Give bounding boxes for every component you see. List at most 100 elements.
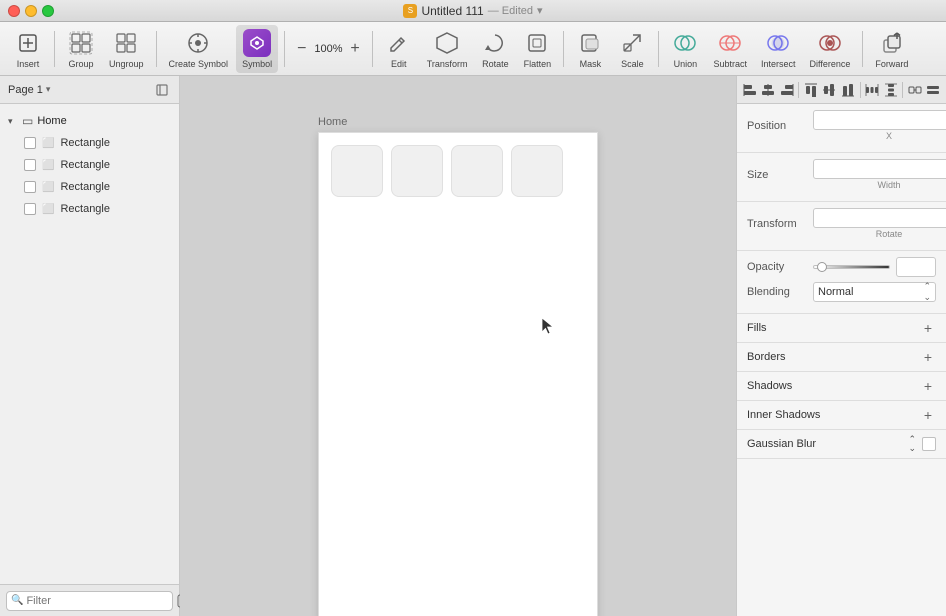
position-row: Position X Y [747, 110, 936, 141]
toolbar-transform-button[interactable]: Transform [421, 25, 474, 73]
filter-input-wrapper: 🔍 [6, 591, 173, 611]
artboard-content [319, 133, 597, 209]
forward-icon [878, 29, 906, 57]
align-middle-button[interactable] [821, 80, 838, 100]
edited-label: — Edited [488, 5, 533, 17]
toolbar-intersect-button[interactable]: Intersect [755, 25, 802, 73]
opacity-slider-thumb[interactable] [817, 262, 827, 272]
layer-name: Rectangle [60, 137, 110, 149]
edit-label: Edit [391, 59, 407, 69]
title-chevron[interactable]: ▾ [537, 4, 543, 17]
align-left-button[interactable] [741, 80, 758, 100]
rotate-input[interactable] [813, 208, 946, 228]
layer-visibility-checkbox[interactable] [24, 203, 36, 215]
toolbar-scale-button[interactable]: Scale [612, 25, 652, 73]
distribute-v-button[interactable] [882, 80, 899, 100]
toolbar-flatten-button[interactable]: Flatten [517, 25, 557, 73]
opacity-input[interactable] [896, 257, 936, 277]
blending-select[interactable]: Normal ⌃⌄ [813, 282, 936, 302]
more-align-options-button[interactable] [906, 80, 923, 100]
list-item[interactable]: ⬜ Rectangle [16, 154, 179, 176]
traffic-lights [8, 5, 54, 17]
toolbar-union-button[interactable]: Union [665, 25, 705, 73]
shadows-section-header[interactable]: Shadows + [737, 372, 946, 401]
transform-inputs: Rotate [813, 208, 946, 239]
minimize-button[interactable] [25, 5, 37, 17]
rectangle-shape[interactable] [511, 145, 563, 197]
align-right-button[interactable] [778, 80, 795, 100]
tree-group-home-header[interactable]: ▾ ▭ Home [0, 110, 179, 132]
toolbar-rotate-button[interactable]: Rotate [475, 25, 515, 73]
more-options-button[interactable] [925, 80, 942, 100]
main-layout: Page 1 ▾ ▾ ▭ Home ⬜ [0, 76, 946, 616]
page-selector[interactable]: Page 1 ▾ [8, 84, 50, 96]
distribute-h-button[interactable] [863, 80, 880, 100]
size-section: Size Width 🔒 Height [737, 153, 946, 202]
toolbar-mask-button[interactable]: Mask [570, 25, 610, 73]
toolbar-ungroup-button[interactable]: Ungroup [103, 25, 150, 73]
transform-row: Transform Rotate [747, 208, 936, 239]
intersect-icon [764, 29, 792, 57]
toolbar-create-symbol-button[interactable]: Create Symbol [163, 25, 235, 73]
x-input[interactable] [813, 110, 946, 130]
borders-add-button[interactable]: + [920, 349, 936, 365]
close-button[interactable] [8, 5, 20, 17]
list-item[interactable]: ⬜ Rectangle [16, 132, 179, 154]
align-center-h-button[interactable] [759, 80, 776, 100]
create-symbol-icon [184, 29, 212, 57]
gaussian-stepper-icon: ⌃⌄ [908, 435, 916, 453]
borders-section-header[interactable]: Borders + [737, 343, 946, 372]
toolbar-subtract-button[interactable]: Subtract [707, 25, 753, 73]
toolbar-edit-button[interactable]: Edit [379, 25, 419, 73]
mask-label: Mask [580, 59, 602, 69]
toolbar-divider-3 [284, 31, 285, 67]
rectangle-shape[interactable] [391, 145, 443, 197]
rectangle-shape[interactable] [331, 145, 383, 197]
symbol-label: Symbol [242, 59, 272, 69]
transform-label: Transform [427, 59, 468, 69]
rectangle-shape[interactable] [451, 145, 503, 197]
search-icon: 🔍 [11, 595, 23, 606]
fills-add-button[interactable]: + [920, 320, 936, 336]
align-top-button[interactable] [802, 80, 819, 100]
transform-label: Transform [747, 218, 807, 230]
artboard[interactable] [318, 132, 598, 616]
document-icon: S [403, 4, 417, 18]
list-item[interactable]: ⬜ Rectangle [16, 176, 179, 198]
layer-visibility-checkbox[interactable] [24, 159, 36, 171]
fills-section-header[interactable]: Fills + [737, 314, 946, 343]
position-section: Position X Y [737, 104, 946, 153]
filter-input[interactable] [26, 595, 168, 607]
panel-collapse-button[interactable] [153, 81, 171, 99]
rotate-label: Rotate [813, 229, 946, 239]
tree-children-home: ⬜ Rectangle ⬜ Rectangle ⬜ Rectangle [0, 132, 179, 220]
canvas-area[interactable]: Home [180, 76, 736, 616]
zoom-value[interactable]: 100% [310, 43, 346, 55]
opacity-section: Opacity Blending Normal ⌃⌄ [737, 251, 946, 314]
toolbar-forward-button[interactable]: Forward [869, 25, 914, 73]
zoom-control: − 100% + [291, 40, 366, 58]
list-item[interactable]: ⬜ Rectangle [16, 198, 179, 220]
insert-icon [14, 29, 42, 57]
opacity-slider[interactable] [813, 265, 890, 269]
page-selector-chevron: ▾ [46, 84, 51, 95]
group-label: Group [68, 59, 93, 69]
toolbar-difference-button[interactable]: Difference [803, 25, 856, 73]
toolbar-symbol-button[interactable]: Symbol [236, 25, 278, 73]
zoom-in-button[interactable]: + [348, 40, 361, 58]
zoom-out-button[interactable]: − [295, 40, 308, 58]
shadows-add-button[interactable]: + [920, 378, 936, 394]
gaussian-blur-checkbox[interactable] [922, 437, 936, 451]
gaussian-blur-stepper[interactable]: ⌃⌄ [908, 435, 916, 453]
toolbar-group-button[interactable]: Group [61, 25, 101, 73]
layer-visibility-checkbox[interactable] [24, 181, 36, 193]
toolbar-insert-button[interactable]: Insert [8, 25, 48, 73]
align-bottom-button[interactable] [839, 80, 856, 100]
inner-shadows-add-button[interactable]: + [920, 407, 936, 423]
inner-shadows-section-header[interactable]: Inner Shadows + [737, 401, 946, 430]
width-input[interactable] [813, 159, 946, 179]
title-bar: S Untitled 111 — Edited ▾ [0, 0, 946, 22]
layer-visibility-checkbox[interactable] [24, 137, 36, 149]
width-input-group: Width [813, 159, 946, 190]
maximize-button[interactable] [42, 5, 54, 17]
